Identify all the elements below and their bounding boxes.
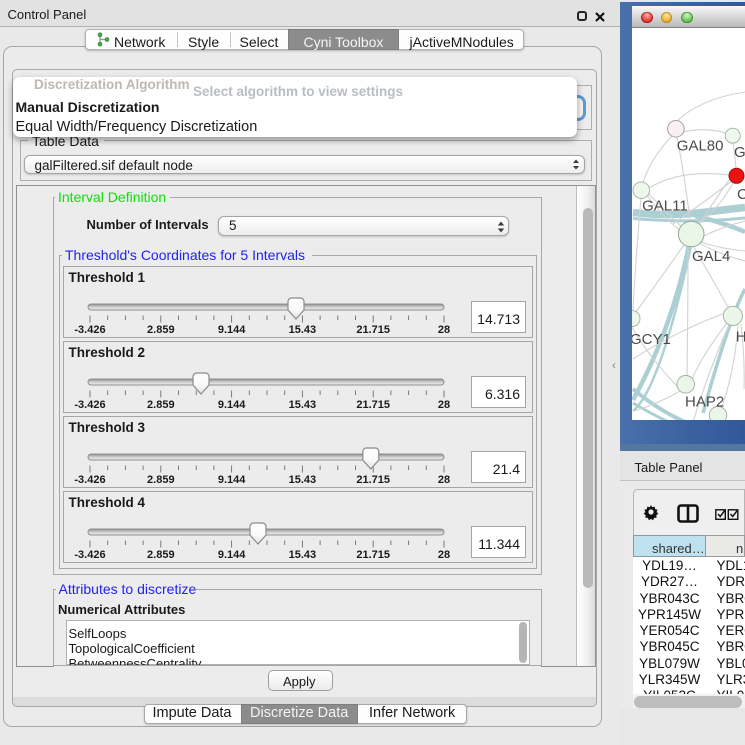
- svg-text:28: 28: [438, 549, 450, 561]
- svg-text:-3.426: -3.426: [74, 474, 105, 486]
- svg-text:15.43: 15.43: [289, 549, 317, 561]
- svg-text:9.144: 9.144: [218, 399, 246, 411]
- svg-text:-3.426: -3.426: [74, 549, 105, 561]
- svg-text:21.715: 21.715: [356, 549, 390, 561]
- svg-text:H: H: [736, 329, 745, 346]
- svg-text:GA: GA: [734, 144, 745, 161]
- svg-text:28: 28: [438, 474, 450, 486]
- svg-text:9.144: 9.144: [218, 324, 246, 336]
- svg-text:28: 28: [438, 324, 450, 336]
- svg-text:15.43: 15.43: [289, 324, 317, 336]
- svg-text:15.43: 15.43: [289, 474, 317, 486]
- svg-text:-3.426: -3.426: [74, 399, 105, 411]
- svg-text:2.859: 2.859: [147, 324, 175, 336]
- svg-text:GAL80: GAL80: [677, 138, 724, 155]
- svg-text:21.715: 21.715: [356, 474, 390, 486]
- svg-text:GAL11: GAL11: [642, 198, 688, 215]
- svg-text:GCY1: GCY1: [632, 331, 671, 348]
- svg-text:21.715: 21.715: [356, 324, 390, 336]
- svg-text:2.859: 2.859: [147, 549, 175, 561]
- svg-text:9.144: 9.144: [218, 549, 246, 561]
- svg-text:2.859: 2.859: [147, 474, 175, 486]
- svg-text:-3.426: -3.426: [74, 324, 105, 336]
- svg-text:GAL4: GAL4: [692, 248, 730, 265]
- svg-text:C: C: [737, 186, 745, 203]
- svg-text:2.859: 2.859: [147, 399, 175, 411]
- svg-text:9.144: 9.144: [218, 474, 246, 486]
- svg-text:21.715: 21.715: [356, 399, 390, 411]
- svg-text:15.43: 15.43: [289, 399, 317, 411]
- svg-text:HAP2: HAP2: [685, 394, 724, 411]
- svg-text:28: 28: [438, 399, 450, 411]
